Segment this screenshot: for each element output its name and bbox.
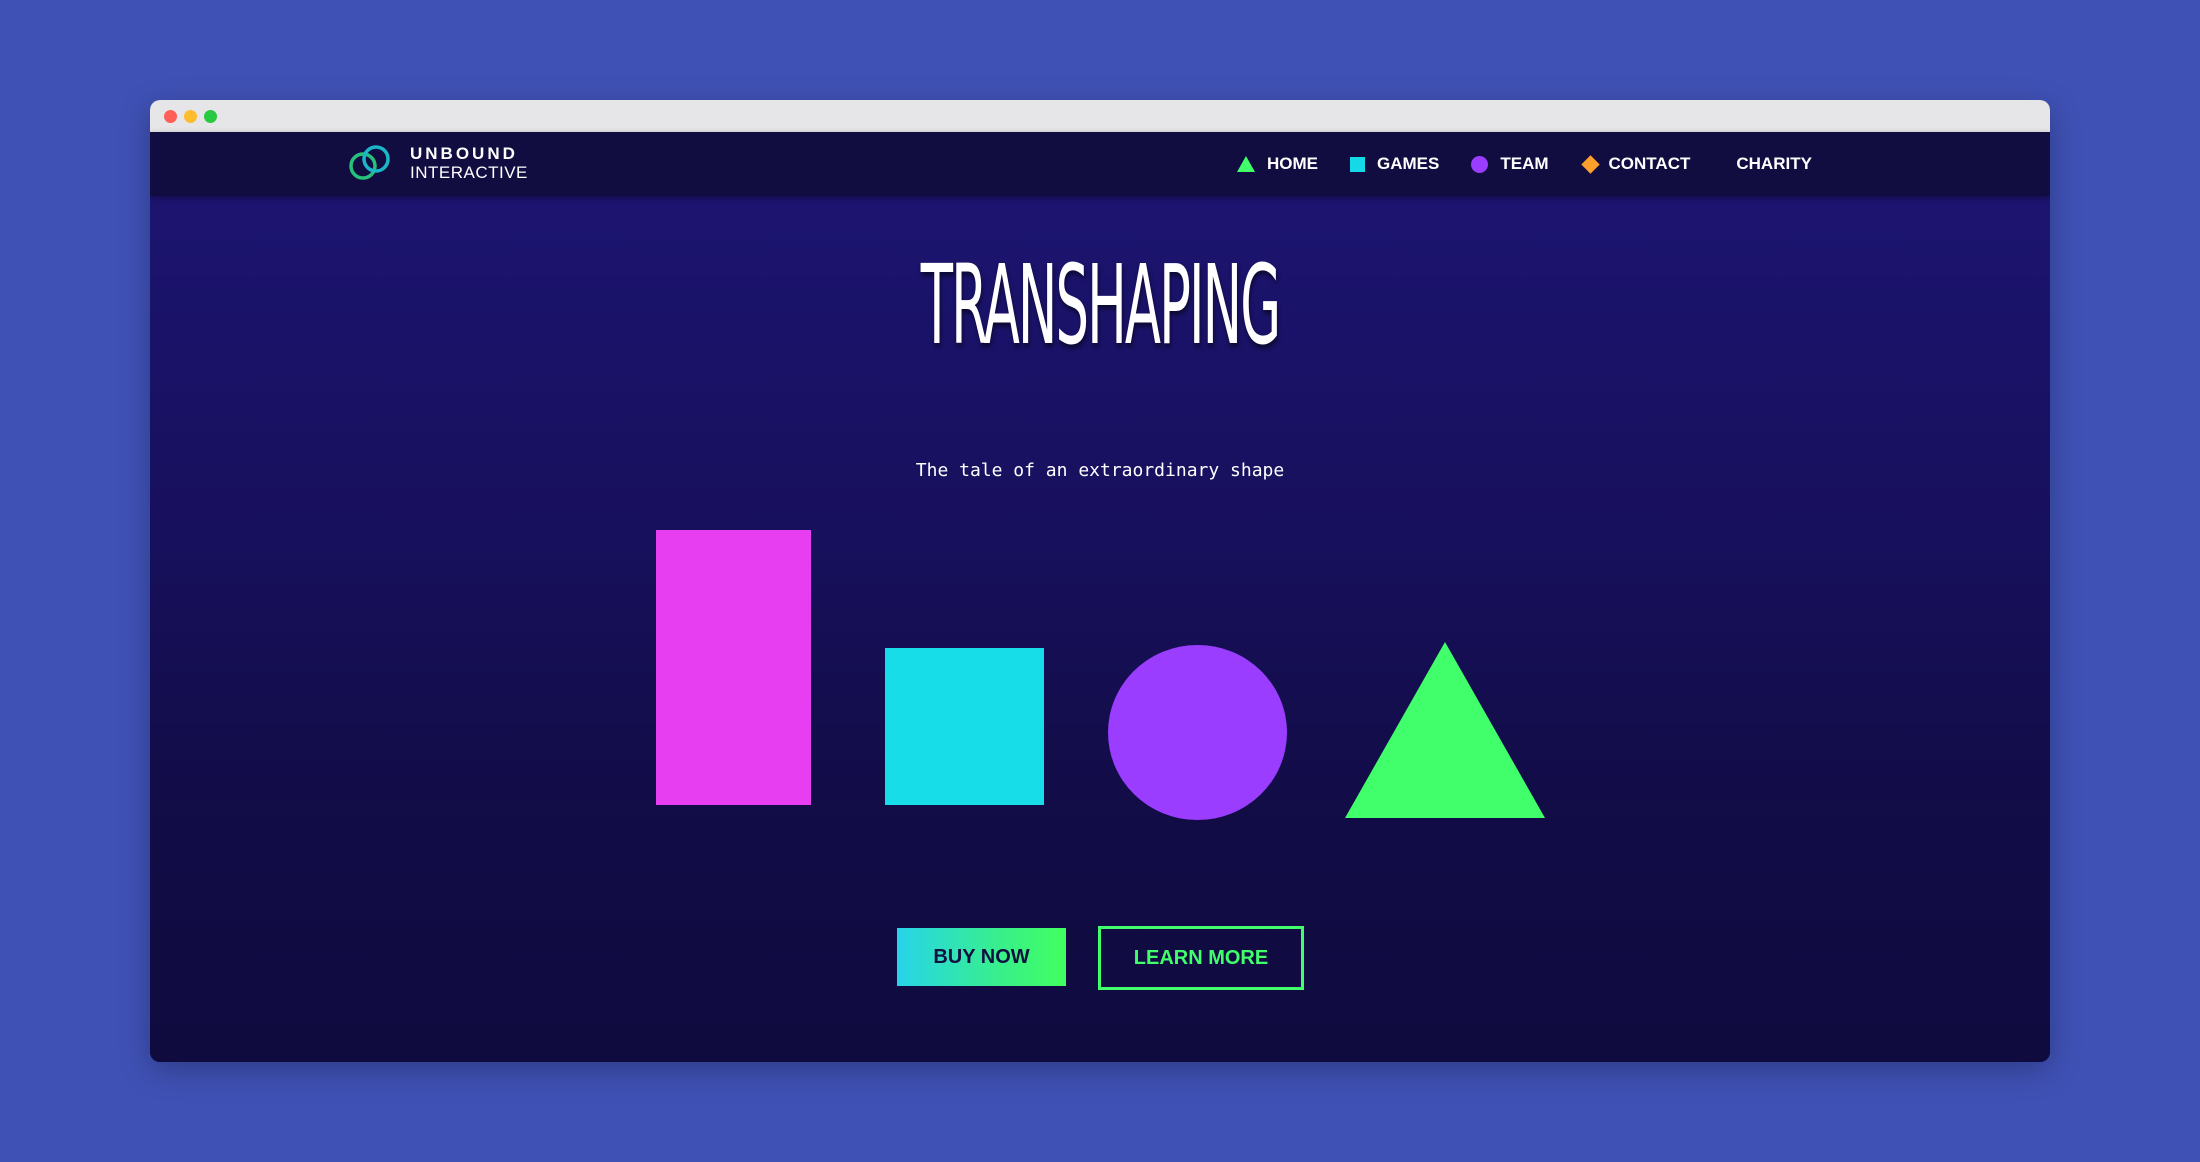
nav-charity-label: CHARITY (1736, 154, 1812, 173)
brand-name-line1: UNBOUND (410, 144, 518, 163)
browser-window: UNBOUND INTERACTIVE HOME GAMES TEAM CONT… (150, 100, 2050, 1062)
nav-team[interactable]: TEAM (1471, 154, 1549, 174)
hero-section: TRANSHAPING The tale of an extraordinary… (150, 196, 2050, 1062)
diamond-icon (1580, 154, 1600, 174)
interlocking-rings-icon (349, 145, 390, 180)
circle-icon (1471, 155, 1489, 173)
cyan-square-shape (885, 648, 1044, 805)
brand-name: UNBOUND INTERACTIVE (410, 144, 528, 182)
triangle-icon (1237, 156, 1255, 172)
pink-rectangle-shape (656, 530, 811, 805)
nav-contact-label: CONTACT (1608, 154, 1691, 173)
learn-more-button[interactable]: LEARN MORE (1098, 926, 1304, 990)
square-icon (1350, 156, 1365, 172)
game-title: TRANSHAPING (920, 241, 1281, 369)
brand-logo[interactable]: UNBOUND INTERACTIVE (344, 142, 528, 184)
green-triangle-shape (1345, 642, 1545, 818)
buy-now-button[interactable]: BUY NOW (897, 928, 1066, 986)
purple-circle-shape (1108, 645, 1287, 820)
main-nav: HOME GAMES TEAM CONTACT CHARITY (1237, 132, 1844, 196)
close-window-button[interactable] (164, 110, 177, 123)
nav-contact[interactable]: CONTACT (1580, 154, 1691, 174)
game-subtitle: The tale of an extraordinary shape (915, 460, 1285, 481)
nav-games[interactable]: GAMES (1350, 154, 1439, 174)
nav-games-label: GAMES (1377, 154, 1440, 173)
site-navbar: UNBOUND INTERACTIVE HOME GAMES TEAM CONT… (150, 132, 2050, 196)
minimize-window-button[interactable] (184, 110, 197, 123)
maximize-window-button[interactable] (204, 110, 217, 123)
nav-charity[interactable]: CHARITY (1736, 154, 1812, 174)
nav-home-label: HOME (1267, 154, 1318, 173)
nav-home[interactable]: HOME (1237, 154, 1318, 174)
window-titlebar (150, 100, 2050, 132)
brand-name-line2: INTERACTIVE (410, 163, 528, 182)
nav-team-label: TEAM (1500, 154, 1549, 173)
